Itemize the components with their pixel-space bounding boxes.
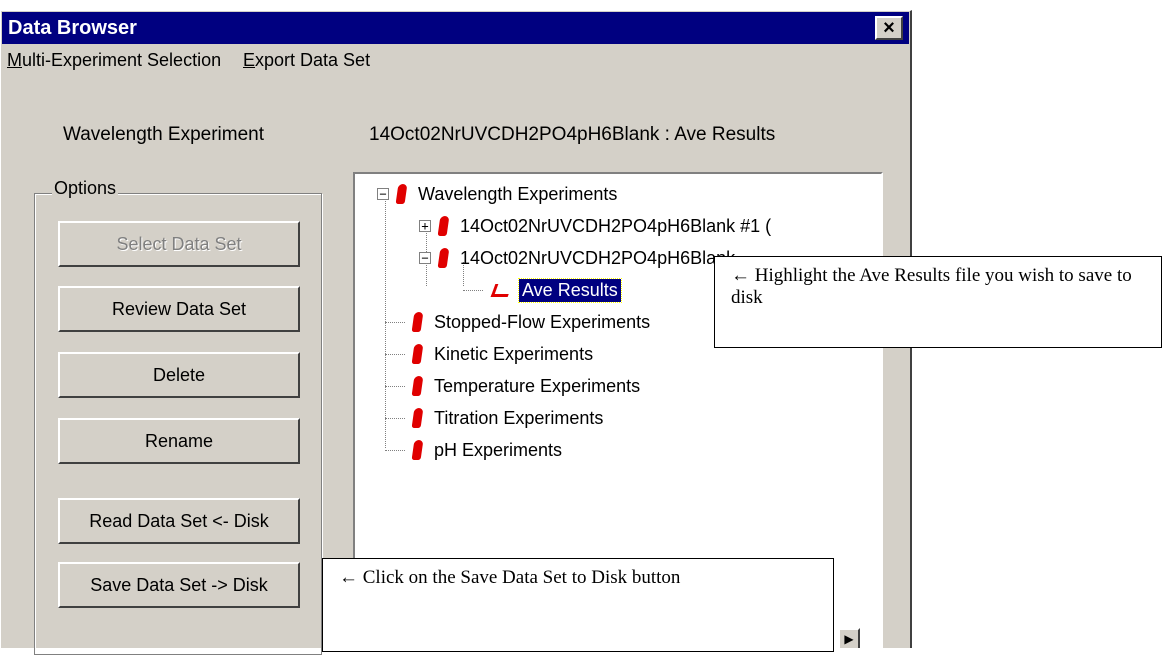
tree-node-dataset-1[interactable]: + 14Oct02NrUVCDH2PO4pH6Blank #1 ( <box>419 212 771 240</box>
tree-connector <box>385 321 405 323</box>
tree-node-stopped-flow[interactable]: Stopped-Flow Experiments <box>385 308 650 336</box>
close-button[interactable]: × <box>875 16 903 40</box>
flask-icon <box>411 376 424 396</box>
tree-connector <box>385 353 405 355</box>
tree-node-titration[interactable]: Titration Experiments <box>385 404 603 432</box>
options-legend: Options <box>52 178 119 199</box>
collapse-icon[interactable]: − <box>377 188 389 200</box>
tree-node-label: Titration Experiments <box>434 407 604 428</box>
flask-icon <box>411 344 424 364</box>
delete-button[interactable]: Delete <box>58 352 300 398</box>
title-bar[interactable]: Data Browser × <box>2 12 909 44</box>
tree-node-label: Stopped-Flow Experiments <box>434 311 651 332</box>
flask-icon <box>437 248 450 268</box>
flask-icon <box>411 312 424 332</box>
tree-connector <box>385 449 405 451</box>
menu-export-data-set[interactable]: Export Data Set <box>243 50 370 71</box>
experiment-type-label: Wavelength Experiment <box>63 124 265 145</box>
tree-connector <box>385 385 405 387</box>
menu-label: xport Data Set <box>255 50 371 70</box>
select-data-set-button[interactable]: Select Data Set <box>58 221 300 267</box>
scroll-right-arrow[interactable]: ▶ <box>838 628 860 648</box>
collapse-icon[interactable]: − <box>419 252 431 264</box>
menu-mnemonic: M <box>7 50 22 70</box>
flask-icon <box>395 184 408 204</box>
menu-mnemonic: E <box>243 50 256 70</box>
tree-node-ph[interactable]: pH Experiments <box>385 436 562 464</box>
expand-icon[interactable]: + <box>419 220 431 232</box>
flask-icon <box>437 216 450 236</box>
menu-label: ulti-Experiment Selection <box>22 50 222 70</box>
flask-icon <box>411 440 424 460</box>
results-icon <box>491 282 513 298</box>
tree-connector <box>463 289 483 291</box>
tree-node-dataset-2[interactable]: − 14Oct02NrUVCDH2PO4pH6Blank <box>419 244 735 272</box>
rename-button[interactable]: Rename <box>58 418 300 464</box>
tree-node-ave-results[interactable]: Ave Results <box>463 276 622 304</box>
close-icon: × <box>883 17 895 39</box>
tree-node-label: Temperature Experiments <box>434 375 641 396</box>
tree-node-wavelength[interactable]: − Wavelength Experiments <box>377 180 617 208</box>
annotation-save-callout: ← Click on the Save Data Set to Disk but… <box>322 558 834 652</box>
menu-multi-experiment-selection[interactable]: Multi-Experiment Selection <box>7 50 221 71</box>
annotation-highlight-callout: ← Highlight the Ave Results file you wis… <box>714 256 1162 348</box>
tree-node-label: 14Oct02NrUVCDH2PO4pH6Blank <box>460 247 736 268</box>
current-dataset-path: 14Oct02NrUVCDH2PO4pH6Blank : Ave Results <box>369 124 776 145</box>
tree-node-label: 14Oct02NrUVCDH2PO4pH6Blank #1 ( <box>460 215 772 236</box>
flask-icon <box>411 408 424 428</box>
review-data-set-button[interactable]: Review Data Set <box>58 286 300 332</box>
tree-node-kinetic[interactable]: Kinetic Experiments <box>385 340 593 368</box>
read-data-set-button[interactable]: Read Data Set <- Disk <box>58 498 300 544</box>
window-title: Data Browser <box>8 17 137 39</box>
save-data-set-button[interactable]: Save Data Set -> Disk <box>58 562 300 608</box>
tree-node-label-selected: Ave Results <box>518 277 622 303</box>
tree-node-temperature[interactable]: Temperature Experiments <box>385 372 640 400</box>
tree-node-label: Kinetic Experiments <box>434 343 594 364</box>
tree-node-label: Wavelength Experiments <box>418 183 618 204</box>
tree-node-label: pH Experiments <box>434 439 563 460</box>
tree-connector <box>385 417 405 419</box>
